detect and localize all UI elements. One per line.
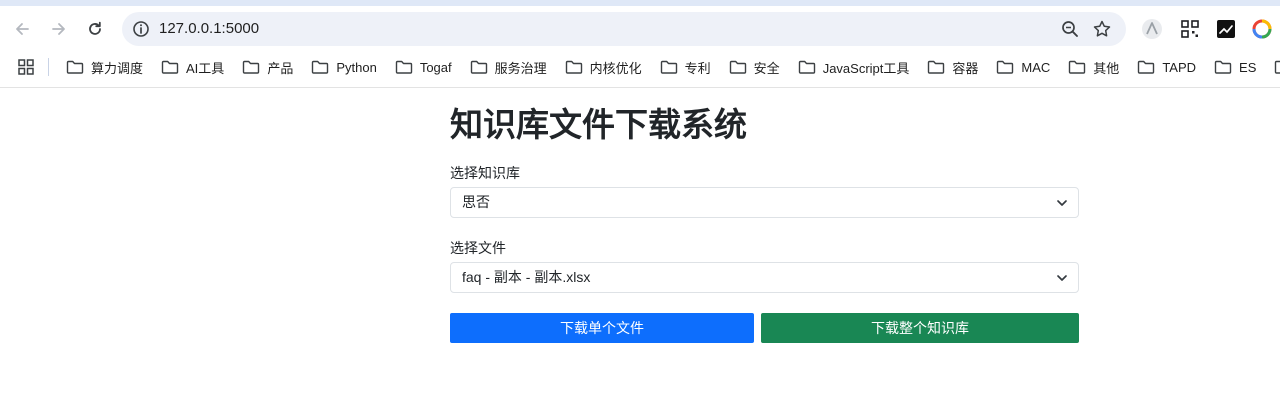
folder-icon bbox=[928, 60, 945, 74]
bookmark-label: ES bbox=[1239, 59, 1257, 75]
bookmark-bar: 算力调度 AI工具 产品 Python Togaf 服务治理 内核优化 专利 安全 JavaScr… bbox=[0, 52, 1280, 82]
bookmark-item[interactable]: 产品 bbox=[242, 52, 293, 82]
bookmark-label: JavaScript工具 bbox=[822, 60, 910, 76]
bookmark-item[interactable]: 专利 bbox=[660, 52, 711, 82]
bookmark-label: 产品 bbox=[267, 60, 294, 76]
star-icon[interactable] bbox=[1092, 19, 1112, 39]
back-button[interactable] bbox=[7, 14, 37, 44]
bookmark-label: 安全 bbox=[753, 60, 780, 76]
forward-button[interactable] bbox=[44, 14, 74, 44]
address-bar[interactable]: 127.0.0.1:5000 bbox=[122, 12, 1126, 46]
bookmark-list: 算力调度 AI工具 产品 Python Togaf 服务治理 内核优化 专利 安全 JavaScr… bbox=[66, 52, 1280, 82]
folder-icon bbox=[1138, 60, 1155, 74]
bookmark-label: Python bbox=[336, 59, 377, 75]
bookmark-label: 服务治理 bbox=[494, 60, 547, 76]
folder-icon bbox=[660, 60, 677, 74]
site-info-icon[interactable] bbox=[132, 20, 150, 38]
bookmark-item[interactable]: 算力调度 bbox=[66, 52, 143, 82]
bookmark-item[interactable]: Python bbox=[311, 52, 377, 82]
chevron-down-icon bbox=[1057, 200, 1067, 206]
arrow-left-icon bbox=[16, 23, 29, 35]
folder-icon bbox=[312, 60, 329, 74]
extension-icon[interactable] bbox=[1142, 19, 1162, 39]
tab-strip bbox=[0, 0, 1280, 6]
reload-button[interactable] bbox=[80, 14, 110, 44]
bookmark-label: MAC bbox=[1021, 59, 1051, 75]
bookmark-item[interactable]: 其他 bbox=[1068, 52, 1119, 82]
bookmark-item[interactable]: MAC bbox=[996, 52, 1050, 82]
download-kb-button[interactable]: 下载整个知识库 bbox=[761, 313, 1079, 343]
apps-grid-icon[interactable] bbox=[18, 59, 34, 75]
folder-icon bbox=[470, 60, 487, 74]
bookmark-item[interactable]: Togaf bbox=[395, 52, 452, 82]
bookmark-label: Togaf bbox=[419, 59, 452, 75]
bookmark-item[interactable]: 服务治理 bbox=[470, 52, 547, 82]
zoom-icon[interactable] bbox=[1060, 19, 1080, 39]
file-select-value: faq - 副本 - 副本.xlsx bbox=[462, 269, 591, 285]
folder-icon bbox=[243, 60, 260, 74]
download-file-button[interactable]: 下载单个文件 bbox=[450, 313, 754, 343]
folder-icon bbox=[1069, 60, 1086, 74]
bookmark-label: 算力调度 bbox=[91, 60, 144, 76]
folder-icon bbox=[565, 60, 582, 74]
arrow-right-icon bbox=[52, 23, 65, 35]
bookmark-label: 内核优化 bbox=[589, 60, 642, 76]
bookmark-item[interactable]: 内核优化 bbox=[565, 52, 642, 82]
bookmark-item[interactable]: JavaScript工具 bbox=[798, 52, 910, 82]
kb-select-value: 思否 bbox=[462, 194, 490, 210]
folder-icon bbox=[798, 60, 815, 74]
qr-code-icon[interactable] bbox=[1180, 19, 1200, 39]
bookmark-item[interactable]: AI工具 bbox=[161, 52, 224, 82]
url-text[interactable]: 127.0.0.1:5000 bbox=[159, 20, 259, 38]
bookmark-label: 专利 bbox=[684, 60, 711, 76]
folder-icon bbox=[395, 60, 413, 74]
folder-icon bbox=[1214, 60, 1232, 74]
file-select-label: 选择文件 bbox=[450, 240, 506, 256]
bookmark-label: 容器 bbox=[952, 60, 979, 76]
profile-extension-icon[interactable] bbox=[1252, 19, 1272, 39]
bookmark-item[interactable]: ES bbox=[1214, 52, 1256, 82]
folder-icon bbox=[997, 60, 1014, 74]
bookmark-label: AI工具 bbox=[186, 60, 225, 76]
folder-icon bbox=[66, 60, 84, 74]
page-title: 知识库文件下载系统 bbox=[450, 106, 747, 143]
browser-chrome: 127.0.0.1:5000 算力调度 AI工具 产品 Python Togaf… bbox=[0, 0, 1280, 88]
folder-icon bbox=[161, 60, 179, 74]
chart-extension-icon[interactable] bbox=[1216, 19, 1236, 39]
bookmark-divider bbox=[48, 58, 49, 76]
bookmark-item[interactable]: 安全 bbox=[729, 52, 780, 82]
bookmark-item[interactable]: 容器 bbox=[927, 52, 978, 82]
folder-icon bbox=[729, 60, 746, 74]
kb-select[interactable]: 思否 bbox=[450, 187, 1079, 218]
reload-icon bbox=[89, 21, 101, 35]
folder-icon bbox=[1275, 60, 1280, 74]
chevron-down-icon bbox=[1057, 275, 1067, 281]
file-select[interactable]: faq - 副本 - 副本.xlsx bbox=[450, 262, 1079, 293]
bookmark-item[interactable]: TAPD bbox=[1137, 52, 1196, 82]
chrome-divider bbox=[0, 87, 1280, 88]
kb-select-label: 选择知识库 bbox=[450, 165, 520, 181]
bookmark-label: 其他 bbox=[1093, 60, 1120, 76]
bookmark-item[interactable]: Op bbox=[1274, 52, 1280, 82]
bookmark-label: TAPD bbox=[1162, 59, 1197, 75]
